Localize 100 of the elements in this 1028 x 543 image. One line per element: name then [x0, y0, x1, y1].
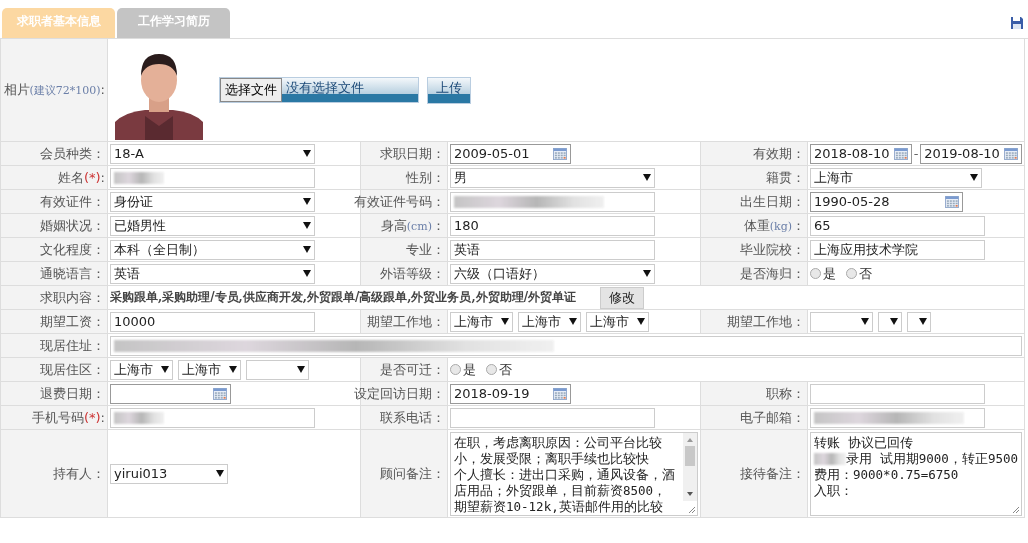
resize-grip-icon[interactable] — [687, 504, 696, 514]
choose-file-button[interactable]: 选择文件 — [220, 78, 282, 102]
dropdown-arrow-icon[interactable] — [303, 150, 311, 157]
text-field[interactable] — [110, 407, 315, 428]
field-label: 求职日期： — [380, 144, 445, 163]
field-label: 外语等级： — [380, 264, 445, 283]
edit-button[interactable]: 修改 — [600, 286, 645, 309]
dropdown-arrow-icon[interactable] — [303, 198, 311, 205]
dropdown[interactable]: 上海市 — [810, 167, 982, 188]
dropdown[interactable]: 身份证 — [110, 191, 315, 212]
dropdown[interactable]: 上海市 — [110, 359, 173, 380]
field-label: 婚姻状况： — [40, 216, 105, 235]
text-field[interactable]: 英语 — [450, 239, 655, 260]
dropdown-arrow-icon[interactable] — [297, 366, 305, 373]
text-field[interactable] — [810, 407, 985, 428]
field-label: 现居住址： — [40, 336, 105, 355]
dropdown[interactable]: 上海市 — [450, 311, 513, 332]
field-label: 电子邮箱： — [740, 408, 805, 427]
radio-button[interactable] — [450, 364, 461, 375]
dropdown[interactable]: 英语 — [110, 263, 315, 284]
upload-button[interactable]: 上传 — [427, 76, 471, 104]
field-label: 籍贯： — [766, 168, 805, 187]
field-label: 有效期： — [753, 144, 805, 163]
notes-field[interactable]: 在职，考虑离职原因：公司平台比较 小，发展受限；离职手续也比较快 个人擅长：进出口采购，通风设备，酒 店用品；外贸跟单，目前薪资8500， 期望薪资10-12k,英语邮件用的比较 — [450, 431, 698, 516]
dropdown[interactable]: 上海市 — [518, 311, 581, 332]
date-field[interactable]: 1990-05-28 — [810, 191, 963, 212]
field-label: 会员种类： — [40, 144, 105, 163]
dropdown-arrow-icon[interactable] — [569, 318, 577, 325]
dropdown[interactable]: yirui013 — [110, 463, 228, 484]
dropdown-arrow-icon[interactable] — [303, 246, 311, 253]
save-icon[interactable] — [1010, 16, 1024, 30]
field-label: 期望工作地： — [367, 312, 445, 331]
calendar-icon[interactable] — [1004, 147, 1018, 160]
text-field[interactable]: 180 — [450, 215, 655, 236]
dropdown-arrow-icon[interactable] — [303, 270, 311, 277]
text-field[interactable] — [450, 191, 655, 212]
radio-label[interactable]: 否 — [499, 360, 512, 379]
dropdown-arrow-icon[interactable] — [919, 318, 927, 325]
scrollbar[interactable] — [683, 432, 697, 501]
radio-label[interactable]: 否 — [859, 264, 872, 283]
field-label: 现居住区： — [40, 360, 105, 379]
dropdown-arrow-icon[interactable] — [161, 366, 169, 373]
dropdown-arrow-icon[interactable] — [637, 318, 645, 325]
range-separator: - — [913, 146, 919, 161]
calendar-icon[interactable] — [213, 387, 227, 400]
field-label: 顾问备注： — [380, 464, 445, 483]
calendar-icon[interactable] — [945, 195, 959, 208]
dropdown-arrow-icon[interactable] — [861, 318, 869, 325]
calendar-icon[interactable] — [553, 147, 567, 160]
dropdown-arrow-icon[interactable] — [501, 318, 509, 325]
text-field[interactable]: 上海应用技术学院 — [810, 239, 985, 260]
text-field[interactable] — [810, 383, 985, 404]
dropdown[interactable] — [907, 311, 931, 332]
field-label: 期望工资： — [40, 312, 105, 331]
field-label: 体重(kg)： — [743, 216, 805, 235]
dropdown-arrow-icon[interactable] — [643, 270, 651, 277]
dropdown[interactable]: 18-A — [110, 143, 315, 164]
field-label: 退费日期： — [40, 384, 105, 403]
file-status: 没有选择文件 — [282, 78, 418, 102]
radio-button[interactable] — [846, 268, 857, 279]
file-field[interactable]: 选择文件 没有选择文件 — [219, 77, 419, 103]
radio-button[interactable] — [810, 268, 821, 279]
radio-label[interactable]: 是 — [823, 264, 836, 283]
dropdown-arrow-icon[interactable] — [970, 174, 978, 181]
date-field[interactable] — [110, 383, 231, 404]
text-field[interactable] — [110, 167, 315, 188]
dropdown[interactable]: 男 — [450, 167, 655, 188]
date-field[interactable]: 2019-08-10 — [920, 143, 1022, 164]
dropdown-arrow-icon[interactable] — [643, 174, 651, 181]
dropdown[interactable]: 上海市 — [178, 359, 241, 380]
field-label: 出生日期： — [740, 192, 805, 211]
text-field[interactable] — [450, 407, 655, 428]
dropdown-arrow-icon[interactable] — [216, 470, 224, 477]
text-field[interactable] — [110, 335, 1022, 356]
dropdown[interactable]: 上海市 — [586, 311, 649, 332]
resize-grip-icon[interactable] — [1011, 504, 1020, 514]
blurred-value — [114, 171, 164, 184]
date-field[interactable]: 2018-09-19 — [450, 383, 571, 404]
field-label: 职称： — [766, 384, 805, 403]
dropdown[interactable]: 本科（全日制） — [110, 239, 315, 260]
dropdown[interactable]: 六级（口语好） — [450, 263, 655, 284]
date-field[interactable]: 2009-05-01 — [450, 143, 571, 164]
blurred-value — [114, 411, 164, 424]
field-label: 性别： — [406, 168, 445, 187]
dropdown-arrow-icon[interactable] — [890, 318, 898, 325]
text-field[interactable]: 65 — [810, 215, 985, 236]
date-field[interactable]: 2018-08-10 — [810, 143, 912, 164]
dropdown[interactable] — [878, 311, 902, 332]
field-label: 设定回访日期： — [354, 384, 445, 403]
dropdown-arrow-icon[interactable] — [303, 222, 311, 229]
text-field[interactable]: 10000 — [110, 311, 315, 332]
notes-field[interactable]: 转账 协议已回传 录用 试用期9000，转正9500 费用：9000*0.75=6750 入职： — [810, 431, 1022, 516]
calendar-icon[interactable] — [893, 147, 908, 160]
radio-button[interactable] — [486, 364, 497, 375]
dropdown[interactable]: 已婚男性 — [110, 215, 315, 236]
dropdown-arrow-icon[interactable] — [229, 366, 237, 373]
calendar-icon[interactable] — [553, 387, 567, 400]
field-label: 手机号码(*): — [31, 408, 105, 427]
field-label: 通晓语言： — [40, 264, 105, 283]
radio-label[interactable]: 是 — [463, 360, 476, 379]
